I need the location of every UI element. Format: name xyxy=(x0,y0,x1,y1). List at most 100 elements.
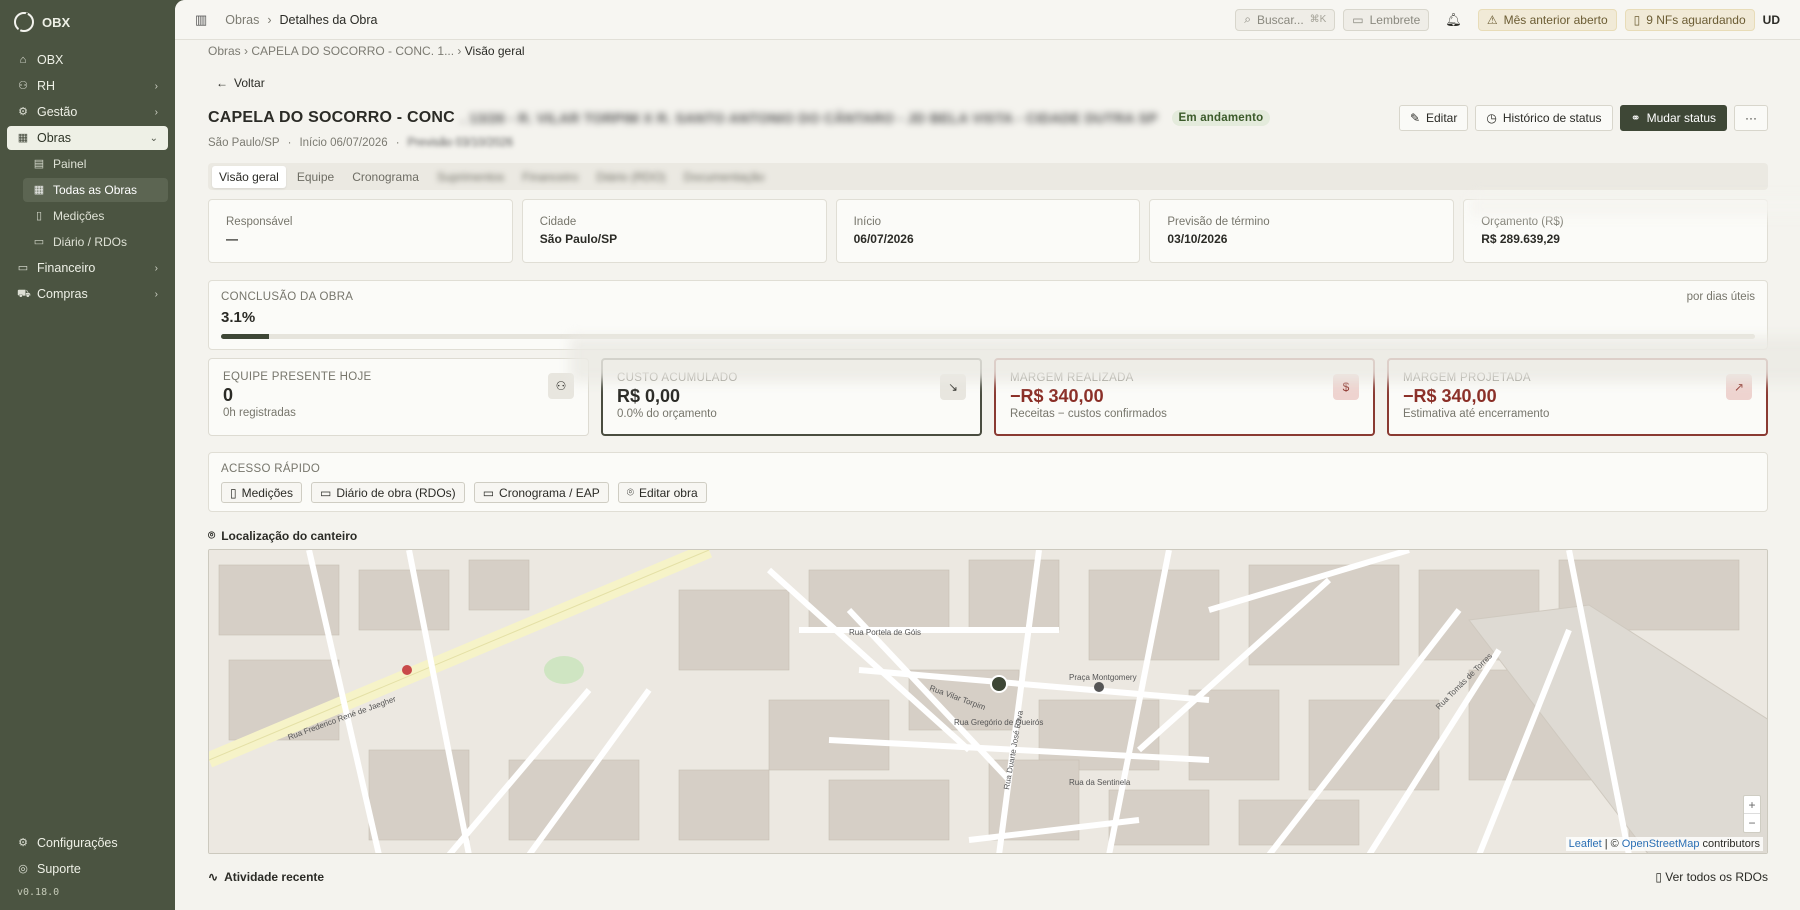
recent-activity-header: ∿ Atividade recente ▯ Ver todos os RDOs xyxy=(208,870,1768,884)
info-card-label: Responsável xyxy=(226,216,293,228)
tab-cronograma[interactable]: Cronograma xyxy=(345,166,426,188)
tab-suprimentos[interactable]: Suprimentos xyxy=(430,166,511,188)
info-card-value: 06/07/2026 xyxy=(853,232,914,246)
quick-edit-button[interactable]: ⌾ Editar obra xyxy=(617,482,707,503)
nfs-alert-badge[interactable]: ▯ 9 NFs aguardando xyxy=(1624,8,1755,31)
sidebar-item-label: OBX xyxy=(37,53,64,67)
quick-button-label: Diário de obra (RDOs) xyxy=(336,485,456,500)
more-button[interactable]: ··· xyxy=(1734,105,1768,131)
edit-button[interactable]: ✎ Editar xyxy=(1398,105,1469,131)
quick-medicoes-button[interactable]: ▯ Medições xyxy=(221,482,302,503)
nfs-alert-label: 9 NFs aguardando xyxy=(1646,12,1746,27)
status-history-button[interactable]: ◷ Histórico de status xyxy=(1475,105,1613,131)
bell-icon[interactable]: 🔔︎ xyxy=(1445,12,1462,28)
sidebar-item-obras[interactable]: ▦ Obras ⌄ xyxy=(7,126,168,150)
site-location-marker[interactable] xyxy=(990,675,1008,693)
chevron-right-icon: › xyxy=(154,262,158,274)
month-alert-badge[interactable]: ⚠ Mês anterior aberto xyxy=(1477,8,1617,31)
warning-icon: ⚠ xyxy=(1486,12,1498,27)
map-street-label: Rua da Sentinela xyxy=(1069,778,1131,787)
kpi-sub: 0h registradas xyxy=(223,407,296,419)
chart-icon: ▤ xyxy=(33,158,45,170)
kpi-sub: Estimativa até encerramento xyxy=(1403,408,1550,420)
sidebar-item-financeiro[interactable]: ▭ Financeiro › xyxy=(7,256,168,280)
info-card: Início 06/07/2026 xyxy=(835,199,1141,263)
tab-visao-geral[interactable]: Visão geral xyxy=(212,165,286,188)
sidebar-item-rh[interactable]: ⚇ RH › xyxy=(7,74,168,98)
page-crumb-obra[interactable]: CAPELA DO SOCORRO - CONC. 1... xyxy=(251,44,454,58)
meta-start: Início 06/07/2026 xyxy=(299,137,388,149)
chevron-right-icon: › xyxy=(154,80,158,92)
osm-link[interactable]: OpenStreetMap xyxy=(1622,838,1700,850)
sidebar-nav: ⌂ OBX ⚇ RH › ⚙ Gestão › ▦ Obras ⌄ ▤ Pain… xyxy=(0,44,175,312)
reminder-label: Lembrete xyxy=(1369,12,1421,27)
tab-diario[interactable]: Diário (RDO) xyxy=(589,166,672,188)
sidebar-item-diario[interactable]: ▭ Diário / RDOs xyxy=(23,230,168,254)
breadcrumb: Obras › Detalhes da Obra xyxy=(225,13,377,27)
kpi-sub: 0.0% do orçamento xyxy=(617,408,717,420)
zoom-out-button[interactable]: − xyxy=(1744,814,1760,832)
site-map[interactable]: Rua Portela de Góis Rua Vilar Torpim Rua… xyxy=(208,549,1768,854)
info-card-label: Previsão de término xyxy=(1167,216,1270,228)
church-marker-icon[interactable] xyxy=(1094,682,1104,692)
zoom-in-button[interactable]: + xyxy=(1744,796,1760,814)
tabs: Visão geral Equipe Cronograma Suprimento… xyxy=(208,163,1768,190)
sidebar-item-medicoes[interactable]: ▯ Medições xyxy=(23,204,168,228)
kpi-card-team: EQUIPE PRESENTE HOJE 0 0h registradas ⚇ xyxy=(208,358,589,436)
chevron-right-icon: › xyxy=(154,106,158,118)
leaflet-link[interactable]: Leaflet xyxy=(1569,838,1602,850)
change-status-button[interactable]: ⚭ Mudar status xyxy=(1619,105,1727,131)
quick-access-label: ACESSO RÁPIDO xyxy=(221,463,321,475)
page-content: Obras › CAPELA DO SOCORRO - CONC. 1... ›… xyxy=(175,40,1800,884)
sidebar-item-label: Medições xyxy=(53,209,105,223)
info-card-value: São Paulo/SP xyxy=(539,232,618,246)
completion-mode: por dias úteis xyxy=(1686,291,1755,303)
sidebar-item-todas-obras[interactable]: ▦ Todas as Obras xyxy=(23,178,168,202)
quick-cronograma-button[interactable]: ▭ Cronograma / EAP xyxy=(473,482,609,503)
see-all-rdos-label: Ver todos os RDOs xyxy=(1665,870,1768,884)
sidebar-toggle-icon[interactable]: ▥ xyxy=(195,12,207,28)
edit-label: Editar xyxy=(1426,111,1458,125)
map-pin-icon: ⌾ xyxy=(626,485,634,499)
page-title: CAPELA DO SOCORRO - CONC . 13/26 - R. VIL… xyxy=(208,109,1271,127)
info-card-value: R$ 289.639,29 xyxy=(1481,232,1560,246)
sidebar-item-settings[interactable]: ⚙ Configurações xyxy=(7,831,168,855)
hospital-marker-icon[interactable] xyxy=(402,665,412,675)
info-card: Previsão de término 03/10/2026 xyxy=(1149,199,1455,263)
tab-financeiro[interactable]: Financeiro xyxy=(515,166,585,188)
building-icon: ▦ xyxy=(17,132,29,144)
tab-documentacao[interactable]: Documentação xyxy=(677,166,772,188)
workflow-icon: ⚙ xyxy=(18,106,28,118)
map-title: Localização do canteiro xyxy=(221,528,358,543)
back-button[interactable]: ← Voltar xyxy=(216,74,1768,92)
brand[interactable]: OBX xyxy=(0,0,175,44)
see-all-rdos-link[interactable]: ▯ Ver todos os RDOs xyxy=(1655,870,1768,884)
tab-equipe[interactable]: Equipe xyxy=(290,166,341,188)
page-meta: São Paulo/SP · Início 06/07/2026 · Previsã… xyxy=(208,137,514,149)
map-street-label: Rua Gregório de Queirós xyxy=(954,718,1043,727)
breadcrumb-current: Detalhes da Obra xyxy=(279,12,378,27)
brand-name: OBX xyxy=(42,14,71,30)
sidebar-item-painel[interactable]: ▤ Painel xyxy=(23,152,168,176)
info-card-label: Início xyxy=(853,216,882,228)
reminder-button[interactable]: ▭ Lembrete xyxy=(1343,8,1430,31)
title-row: CAPELA DO SOCORRO - CONC . 13/26 - R. VIL… xyxy=(208,105,1768,131)
sidebar-item-label: Gestão xyxy=(37,105,78,119)
sidebar-item-gestao[interactable]: ⚙ Gestão › xyxy=(7,100,168,124)
page-crumb-current: Visão geral xyxy=(464,44,525,58)
arrow-left-icon: ← xyxy=(216,76,228,90)
quick-rdos-button[interactable]: ▭ Diário de obra (RDOs) xyxy=(310,482,465,503)
search-button[interactable]: ⌕ Buscar... ⌘K xyxy=(1235,8,1336,31)
sidebar-item-label: RH xyxy=(37,79,56,93)
page-crumb-obras[interactable]: Obras xyxy=(208,44,241,58)
pencil-icon: ✎ xyxy=(1409,111,1420,125)
sidebar-item-compras[interactable]: ⛟ Compras › xyxy=(7,282,168,306)
sidebar-item-obx[interactable]: ⌂ OBX xyxy=(7,48,168,72)
sidebar-item-label: Configurações xyxy=(37,836,118,850)
user-avatar[interactable]: UD xyxy=(1763,13,1780,27)
calendar-icon: ▭ xyxy=(482,485,495,500)
sidebar-item-support[interactable]: ◎ Suporte xyxy=(7,857,168,881)
history-icon: ◷ xyxy=(1486,111,1497,125)
kpi-value: −R$ 340,00 xyxy=(1403,386,1497,406)
breadcrumb-obras[interactable]: Obras xyxy=(225,13,259,27)
